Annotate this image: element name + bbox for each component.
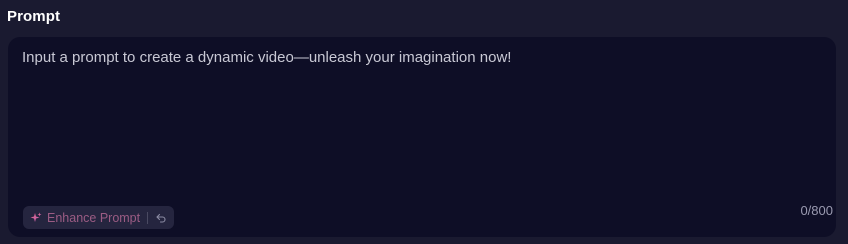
- undo-icon: [156, 213, 166, 223]
- section-title: Prompt: [7, 8, 61, 25]
- character-count: 0/800: [800, 203, 833, 218]
- enhance-prompt-button[interactable]: Enhance Prompt: [30, 206, 140, 229]
- divider: [147, 211, 149, 224]
- prompt-input[interactable]: [8, 37, 836, 197]
- prompt-panel: Prompt Enhance Prompt: [0, 0, 848, 244]
- enhance-prompt-group: Enhance Prompt: [23, 206, 175, 229]
- sparkle-icon: [30, 212, 42, 222]
- enhance-prompt-label: Enhance Prompt: [47, 210, 141, 225]
- undo-button[interactable]: [154, 206, 168, 229]
- prompt-box: Enhance Prompt: [8, 37, 836, 237]
